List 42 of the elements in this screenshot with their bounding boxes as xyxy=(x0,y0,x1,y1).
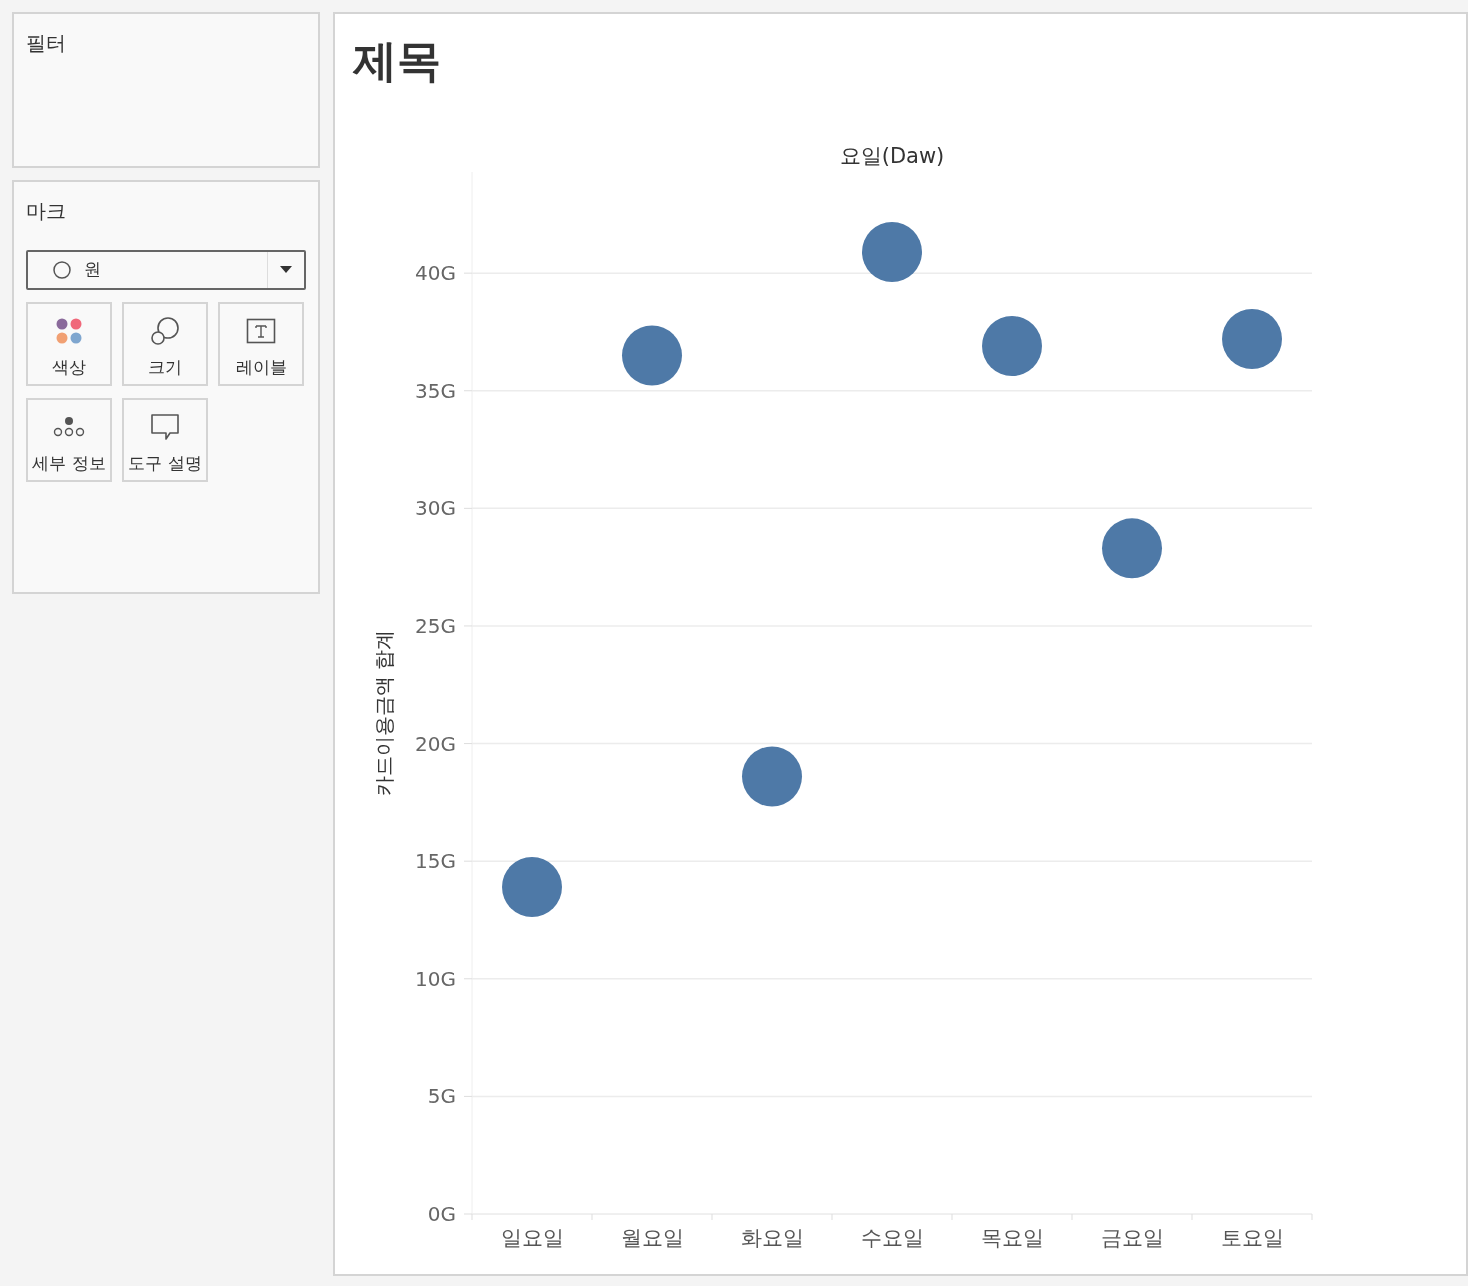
mark-property-button[interactable]: 크기 xyxy=(122,302,208,386)
mark-property-button[interactable]: 도구 설명 xyxy=(122,398,208,482)
data-point xyxy=(622,325,682,386)
y-tick-label: 35G xyxy=(415,378,456,403)
x-category-label: 월요일 xyxy=(620,1226,684,1250)
card-title: 필터 xyxy=(26,31,66,55)
circle-icon xyxy=(52,260,72,280)
chart-header: 요일(Daw) xyxy=(839,144,945,168)
data-point xyxy=(1102,518,1162,579)
y-tick-label: 30G xyxy=(415,496,456,521)
mark-property-button[interactable]: 색상 xyxy=(26,302,112,386)
mark-type-label: 원 xyxy=(84,258,102,282)
data-point xyxy=(982,316,1042,377)
y-tick-label: 0G xyxy=(427,1202,456,1226)
mark-type-dropdown[interactable]: 원 xyxy=(26,250,306,290)
data-point xyxy=(862,221,922,282)
data-point xyxy=(1222,309,1282,369)
x-category-label: 목요일 xyxy=(980,1226,1044,1250)
sheet-title: 제목 xyxy=(353,35,441,86)
data-point xyxy=(502,857,562,918)
mark-property-button[interactable]: 레이블 xyxy=(218,302,304,386)
data-point xyxy=(742,746,802,807)
y-tick-label: 5G xyxy=(427,1084,456,1109)
y-tick-label: 20G xyxy=(415,731,456,756)
circles-icon xyxy=(150,316,180,346)
x-category-label: 화요일 xyxy=(740,1226,804,1250)
x-category-label: 수요일 xyxy=(860,1226,924,1250)
y-tick-label: 25G xyxy=(415,613,456,638)
four-dots-icon xyxy=(55,317,83,345)
y-axis-title: 카드이용금액 합계 xyxy=(372,629,396,797)
card-title: 마크 xyxy=(26,199,66,223)
x-category-label: 일요일 xyxy=(500,1226,564,1250)
y-tick-label: 10G xyxy=(415,966,456,991)
y-tick-label: 40G xyxy=(415,261,456,286)
mark-property-button[interactable]: 세부 정보 xyxy=(26,398,112,482)
x-category-label: 토요일 xyxy=(1220,1226,1284,1250)
speech-bubble-icon xyxy=(150,413,180,441)
text-box-icon xyxy=(246,318,276,344)
x-category-label: 금요일 xyxy=(1100,1226,1164,1250)
caret-icon[interactable] xyxy=(280,266,292,274)
dots-icon xyxy=(52,416,86,438)
y-tick-label: 15G xyxy=(415,849,456,874)
